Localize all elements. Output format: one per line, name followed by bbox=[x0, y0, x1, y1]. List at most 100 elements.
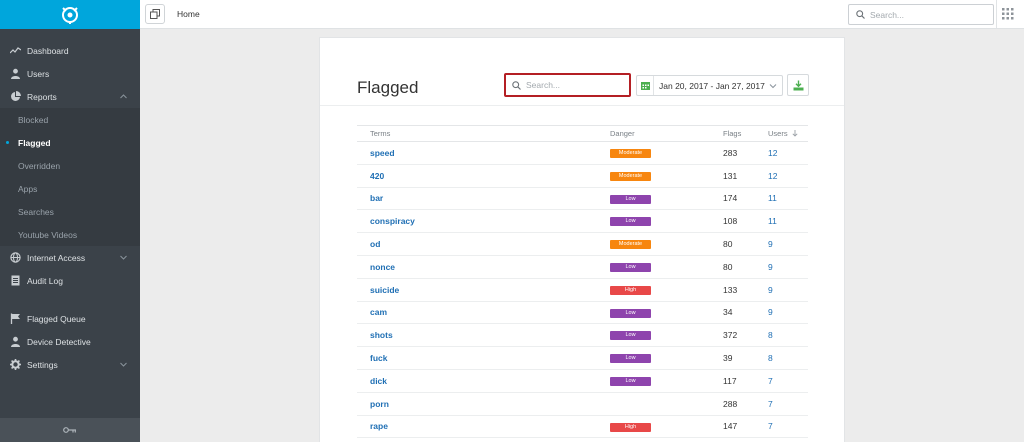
sidebar-item-reports[interactable]: Reports bbox=[0, 85, 140, 108]
globe-icon bbox=[10, 252, 21, 263]
sidebar-item-label: Dashboard bbox=[27, 45, 69, 56]
table-row[interactable]: od Moderate 80 9 bbox=[357, 232, 808, 256]
date-range-picker[interactable]: Jan 20, 2017 - Jan 27, 2017 bbox=[636, 75, 783, 96]
sidebar-item-blocked[interactable]: Blocked bbox=[0, 108, 140, 131]
sidebar-item-label: Flagged Queue bbox=[27, 313, 86, 324]
users-count-link[interactable]: 9 bbox=[755, 255, 808, 279]
table-row[interactable]: nonce Low 80 9 bbox=[357, 255, 808, 279]
report-search-input[interactable] bbox=[526, 80, 624, 90]
users-count-link[interactable]: 12 bbox=[755, 164, 808, 188]
table-row[interactable]: fuck Low 39 8 bbox=[357, 346, 808, 370]
sidebar-item-apps[interactable]: Apps bbox=[0, 177, 140, 200]
term-link[interactable]: conspiracy bbox=[357, 209, 597, 234]
user-icon bbox=[10, 336, 21, 347]
column-header-terms[interactable]: Terms bbox=[357, 125, 597, 142]
term-link[interactable]: bar bbox=[357, 187, 597, 211]
users-count-link[interactable]: 9 bbox=[755, 301, 808, 325]
term-link[interactable]: cam bbox=[357, 301, 597, 325]
sidebar-item-users[interactable]: Users bbox=[0, 62, 140, 85]
gear-icon bbox=[10, 359, 21, 370]
sidebar-item-overridden[interactable]: Overridden bbox=[0, 154, 140, 177]
chevron-down-icon bbox=[769, 84, 777, 89]
logo-icon bbox=[62, 6, 78, 24]
term-link[interactable]: nonce bbox=[357, 255, 597, 279]
table-row[interactable]: bar Low 174 11 bbox=[357, 187, 808, 211]
danger-cell: Low bbox=[597, 301, 710, 325]
sidebar-footer[interactable] bbox=[0, 418, 140, 442]
report-search[interactable] bbox=[504, 73, 631, 97]
danger-badge: Low bbox=[610, 263, 651, 272]
flags-count: 372 bbox=[710, 323, 755, 348]
term-link[interactable]: rape bbox=[357, 415, 597, 439]
flags-count: 283 bbox=[710, 141, 755, 165]
danger-badge: Low bbox=[610, 308, 651, 318]
sidebar-item-label: Blocked bbox=[18, 114, 49, 125]
sidebar-item-label: Audit Log bbox=[27, 275, 63, 286]
users-count-link[interactable]: 12 bbox=[755, 141, 808, 165]
table-row[interactable]: cam Low 34 9 bbox=[357, 301, 808, 325]
logo[interactable] bbox=[0, 0, 140, 29]
sidebar-item-label: Users bbox=[27, 68, 50, 79]
sidebar-item-settings[interactable]: Settings bbox=[0, 353, 140, 376]
term-link[interactable]: fuck bbox=[357, 346, 597, 370]
sidebar-item-dashboard[interactable]: Dashboard bbox=[0, 39, 140, 62]
sidebar-item-youtube-videos[interactable]: Youtube Videos bbox=[0, 223, 140, 246]
sidebar-item-flagged-queue[interactable]: Flagged Queue bbox=[0, 307, 140, 330]
danger-badge: Low bbox=[610, 354, 651, 364]
term-link[interactable]: porn bbox=[357, 392, 597, 416]
term-link[interactable]: suicide bbox=[357, 278, 597, 302]
flags-count: 133 bbox=[710, 278, 755, 302]
term-link[interactable]: dick bbox=[357, 369, 597, 393]
sidebar-item-internet-access[interactable]: Internet Access bbox=[0, 246, 140, 269]
users-count-link[interactable]: 8 bbox=[755, 323, 808, 348]
flagged-terms-table: Terms Danger Flags Users speed Moderate 28… bbox=[357, 125, 808, 439]
column-header-danger[interactable]: Danger bbox=[597, 125, 710, 142]
users-count-link[interactable]: 8 bbox=[755, 346, 808, 370]
apps-grid-icon[interactable] bbox=[1002, 8, 1014, 20]
sidebar-item-device-detective[interactable]: Device Detective bbox=[0, 330, 140, 353]
table-row[interactable]: dick Low 117 7 bbox=[357, 369, 808, 393]
term-link[interactable]: od bbox=[357, 232, 597, 256]
users-count-link[interactable]: 11 bbox=[755, 209, 808, 234]
users-count-link[interactable]: 7 bbox=[755, 415, 808, 439]
danger-cell: Moderate bbox=[597, 232, 710, 256]
toggle-sidebar-button[interactable] bbox=[145, 4, 165, 24]
danger-cell: Low bbox=[597, 346, 710, 370]
flags-count: 80 bbox=[710, 255, 755, 279]
global-search[interactable] bbox=[848, 4, 994, 25]
term-link[interactable]: shots bbox=[357, 323, 597, 348]
table-row[interactable]: 420 Moderate 131 12 bbox=[357, 164, 808, 188]
column-header-users[interactable]: Users bbox=[755, 125, 808, 142]
table-row[interactable]: suicide High 133 9 bbox=[357, 278, 808, 302]
term-link[interactable]: 420 bbox=[357, 164, 597, 188]
users-count-link[interactable]: 7 bbox=[755, 392, 808, 416]
flags-count: 174 bbox=[710, 187, 755, 211]
table-row[interactable]: shots Low 372 8 bbox=[357, 323, 808, 348]
sidebar-item-flagged[interactable]: Flagged bbox=[0, 131, 140, 154]
sidebar-item-audit-log[interactable]: Audit Log bbox=[0, 269, 140, 292]
global-search-input[interactable] bbox=[870, 9, 980, 20]
page-title: Flagged bbox=[357, 78, 419, 97]
sidebar-item-searches[interactable]: Searches bbox=[0, 200, 140, 223]
date-range-value: Jan 20, 2017 - Jan 27, 2017 bbox=[659, 80, 765, 91]
table-row[interactable]: rape High 147 7 bbox=[357, 415, 808, 439]
danger-cell: Moderate bbox=[597, 141, 710, 165]
export-button[interactable] bbox=[787, 74, 809, 96]
table-row[interactable]: speed Moderate 283 12 bbox=[357, 141, 808, 165]
users-count-link[interactable]: 7 bbox=[755, 369, 808, 393]
table-header-row: Terms Danger Flags Users bbox=[357, 125, 808, 142]
table-row[interactable]: conspiracy Low 108 11 bbox=[357, 209, 808, 234]
sidebar-item-label: Apps bbox=[18, 183, 38, 194]
users-count-link[interactable]: 11 bbox=[755, 187, 808, 211]
chart-line-icon bbox=[10, 45, 21, 56]
term-link[interactable]: speed bbox=[357, 141, 597, 165]
users-count-link[interactable]: 9 bbox=[755, 232, 808, 256]
danger-cell: High bbox=[597, 278, 710, 302]
column-header-flags[interactable]: Flags bbox=[710, 125, 755, 142]
danger-cell bbox=[597, 392, 710, 416]
table-row[interactable]: porn 288 7 bbox=[357, 392, 808, 416]
top-bar: Home bbox=[140, 0, 1024, 29]
danger-badge: Moderate bbox=[610, 149, 651, 159]
danger-badge: High bbox=[610, 285, 651, 295]
users-count-link[interactable]: 9 bbox=[755, 278, 808, 302]
